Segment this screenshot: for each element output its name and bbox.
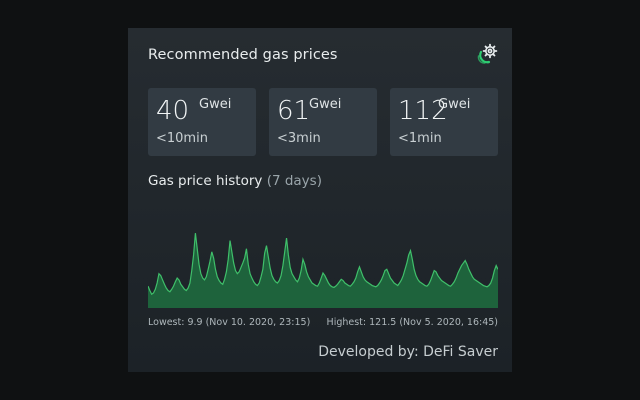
price-time: <3min: [277, 131, 321, 146]
price-cards: 40 Gwei <10min 61 Gwei <3min 112 Gwei <1…: [148, 88, 498, 156]
price-card-standard[interactable]: 40 Gwei <10min: [148, 88, 256, 156]
history-period: (7 days): [266, 173, 322, 189]
chart-svg: [147, 233, 499, 308]
price-value: 61: [277, 96, 311, 126]
price-unit: Gwei: [438, 97, 471, 112]
lowest-stat: Lowest: 9.9 (Nov 10. 2020, 23:15): [148, 317, 311, 328]
price-card-fast[interactable]: 61 Gwei <3min: [269, 88, 377, 156]
settings-gear-moon-icon[interactable]: [475, 42, 499, 66]
highest-stat: Highest: 121.5 (Nov 5. 2020, 16:45): [326, 317, 498, 328]
price-unit: Gwei: [199, 97, 232, 112]
page-title: Recommended gas prices: [148, 47, 338, 63]
history-title: Gas price history (7 days): [148, 173, 322, 189]
gas-price-history-chart: [147, 228, 499, 308]
price-time: <10min: [156, 131, 208, 146]
developer-credit: Developed by: DeFi Saver: [318, 344, 498, 360]
gas-widget-panel: Recommended gas prices 40 Gwei <10min 61…: [128, 28, 512, 372]
price-value: 40: [156, 96, 190, 126]
price-time: <1min: [398, 131, 442, 146]
price-unit: Gwei: [309, 97, 342, 112]
price-card-fastest[interactable]: 112 Gwei <1min: [390, 88, 498, 156]
history-title-text: Gas price history: [148, 173, 263, 189]
